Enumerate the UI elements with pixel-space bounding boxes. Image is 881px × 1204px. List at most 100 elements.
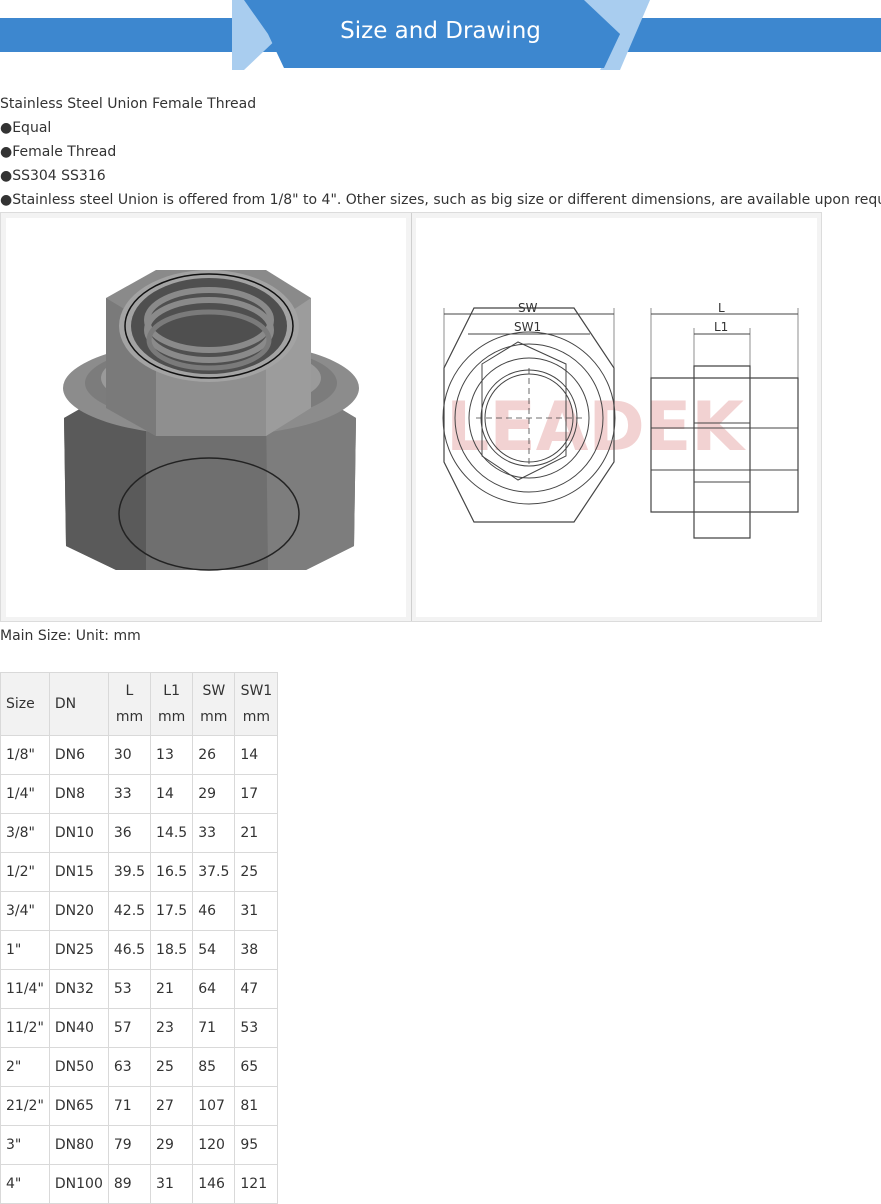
table-cell: DN65 <box>48 1086 109 1126</box>
intro-bullet-equal: ●Equal <box>0 120 52 136</box>
header-sw: SW mm <box>192 672 236 736</box>
table-cell: 14 <box>234 735 279 775</box>
image-divider <box>411 213 412 621</box>
union-3d-image <box>6 218 406 617</box>
main-size-caption: Main Size: Unit: mm <box>0 628 141 644</box>
table-cell: 29 <box>192 774 236 814</box>
table-cell: 21 <box>234 813 279 853</box>
table-cell: 2" <box>0 1047 50 1087</box>
table-cell: 121 <box>234 1164 279 1204</box>
label-l1: L1 <box>714 320 728 334</box>
table-cell: 37.5 <box>192 852 236 892</box>
table-cell: 42.5 <box>107 891 152 931</box>
table-cell: 31 <box>150 1164 194 1204</box>
table-cell: 89 <box>107 1164 152 1204</box>
table-cell: 71 <box>192 1008 236 1048</box>
banner-title: Size and Drawing <box>340 18 541 44</box>
table-cell: 53 <box>107 969 152 1009</box>
table-cell: 1/2" <box>0 852 50 892</box>
table-cell: 14.5 <box>150 813 194 853</box>
table-cell: 30 <box>107 735 152 775</box>
table-cell: 4" <box>0 1164 50 1204</box>
table-cell: 11/2" <box>0 1008 50 1048</box>
table-row: 1" DN25 46.5 18.5 54 38 <box>0 930 279 970</box>
table-cell: 1/4" <box>0 774 50 814</box>
table-cell: 29 <box>150 1125 194 1165</box>
table-cell: 64 <box>192 969 236 1009</box>
table-cell: DN32 <box>48 969 109 1009</box>
table-cell: DN10 <box>48 813 109 853</box>
table-cell: DN40 <box>48 1008 109 1048</box>
header-size: Size <box>0 672 50 736</box>
table-cell: 16.5 <box>150 852 194 892</box>
table-cell: 146 <box>192 1164 236 1204</box>
table-cell: 25 <box>150 1047 194 1087</box>
table-cell: 3/8" <box>0 813 50 853</box>
table-row: 11/4" DN32 53 21 64 47 <box>0 969 279 1009</box>
table-cell: 21 <box>150 969 194 1009</box>
table-row: 1/4" DN8 33 14 29 17 <box>0 774 279 814</box>
table-cell: 107 <box>192 1086 236 1126</box>
table-cell: 18.5 <box>150 930 194 970</box>
table-cell: 85 <box>192 1047 236 1087</box>
table-cell: DN20 <box>48 891 109 931</box>
table-cell: 39.5 <box>107 852 152 892</box>
table-cell: 13 <box>150 735 194 775</box>
intro-bullet-sizes: ●Stainless steel Union is offered from 1… <box>0 192 881 208</box>
header-l: Lmm <box>107 672 152 736</box>
table-body: 1/8" DN6 30 13 26 14 1/4" DN8 33 14 29 17 3/8" DN10 36… <box>0 735 279 1204</box>
table-cell: 27 <box>150 1086 194 1126</box>
table-cell: 31 <box>234 891 279 931</box>
table-row: 3/8" DN10 36 14.5 33 21 <box>0 813 279 853</box>
table-cell: 47 <box>234 969 279 1009</box>
table-cell: 81 <box>234 1086 279 1126</box>
label-l: L <box>718 301 725 315</box>
label-sw: SW <box>518 301 538 315</box>
table-cell: DN8 <box>48 774 109 814</box>
table-cell: 54 <box>192 930 236 970</box>
table-row: 1/8" DN6 30 13 26 14 <box>0 735 279 775</box>
table-cell: 38 <box>234 930 279 970</box>
table-cell: 46 <box>192 891 236 931</box>
table-row: 21/2" DN65 71 27 107 81 <box>0 1086 279 1126</box>
table-row: 1/2" DN15 39.5 16.5 37.5 25 <box>0 852 279 892</box>
table-cell: 23 <box>150 1008 194 1048</box>
product-images: LEADEK SW SW1 L L1 <box>0 212 822 622</box>
table-row: 3/4" DN20 42.5 17.5 46 31 <box>0 891 279 931</box>
table-cell: 120 <box>192 1125 236 1165</box>
product-intro: Stainless Steel Union Female Thread ●Equ… <box>0 92 881 212</box>
intro-bullet-thread: ●Female Thread <box>0 144 117 160</box>
table-cell: 57 <box>107 1008 152 1048</box>
table-cell: 14 <box>150 774 194 814</box>
table-row: 3" DN80 79 29 120 95 <box>0 1125 279 1165</box>
table-cell: 53 <box>234 1008 279 1048</box>
header-sw1: SW1 mm <box>234 672 279 736</box>
table-cell: 79 <box>107 1125 152 1165</box>
intro-bullet-material: ●SS304 SS316 <box>0 168 106 184</box>
size-table: Size DN Lmm L1 mm SW mm SW1 mm 1/8" DN6 30 13 2… <box>0 672 279 1204</box>
table-cell: 26 <box>192 735 236 775</box>
intro-title: Stainless Steel Union Female Thread <box>0 96 257 112</box>
table-cell: 71 <box>107 1086 152 1126</box>
table-cell: DN80 <box>48 1125 109 1165</box>
table-cell: 3/4" <box>0 891 50 931</box>
table-row: 4" DN100 89 31 146 121 <box>0 1164 279 1204</box>
table-cell: 17 <box>234 774 279 814</box>
header-dn: DN <box>48 672 109 736</box>
table-cell: DN15 <box>48 852 109 892</box>
table-cell: 33 <box>107 774 152 814</box>
table-cell: 36 <box>107 813 152 853</box>
table-cell: 65 <box>234 1047 279 1087</box>
table-cell: DN25 <box>48 930 109 970</box>
table-cell: 11/4" <box>0 969 50 1009</box>
table-cell: DN6 <box>48 735 109 775</box>
table-row: 11/2" DN40 57 23 71 53 <box>0 1008 279 1048</box>
table-cell: 1/8" <box>0 735 50 775</box>
table-cell: 21/2" <box>0 1086 50 1126</box>
table-cell: 95 <box>234 1125 279 1165</box>
table-row: 2" DN50 63 25 85 65 <box>0 1047 279 1087</box>
table-cell: 63 <box>107 1047 152 1087</box>
table-header-row: Size DN Lmm L1 mm SW mm SW1 mm <box>0 672 279 736</box>
section-banner: Size and Drawing <box>0 0 881 70</box>
table-cell: DN100 <box>48 1164 109 1204</box>
